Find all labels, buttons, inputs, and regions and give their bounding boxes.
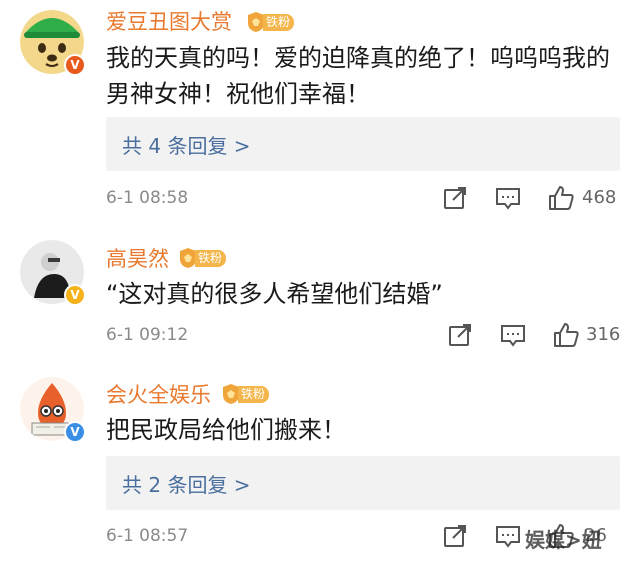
comment-meta: 6-1 08:58 468 bbox=[0, 184, 640, 214]
view-replies-button[interactable]: 共 4 条回复 > bbox=[106, 117, 620, 171]
avatar[interactable]: V bbox=[20, 240, 86, 306]
thumbs-up-icon[interactable] bbox=[552, 321, 580, 349]
fan-badge: 铁粉 bbox=[220, 383, 270, 405]
comment-icon[interactable] bbox=[494, 184, 522, 212]
fan-badge: 铁粉 bbox=[177, 247, 227, 269]
fan-badge: 铁粉 bbox=[245, 11, 295, 33]
view-replies-button[interactable]: 共 2 条回复 > bbox=[106, 456, 620, 510]
share-icon[interactable] bbox=[441, 184, 469, 212]
verified-badge-icon: V bbox=[64, 284, 86, 306]
timestamp: 6-1 08:58 bbox=[106, 188, 189, 208]
avatar[interactable]: V bbox=[20, 377, 86, 443]
timestamp: 6-1 09:12 bbox=[106, 325, 189, 345]
fan-badge-label: 铁粉 bbox=[263, 13, 295, 31]
comment-meta: 6-1 09:12 316 bbox=[0, 321, 640, 351]
comment-text: “这对真的很多人希望他们结婚” bbox=[106, 280, 443, 308]
share-icon[interactable] bbox=[446, 321, 474, 349]
like-count: 468 bbox=[582, 187, 617, 208]
like-count: 316 bbox=[586, 324, 621, 345]
username[interactable]: 会火全娱乐 bbox=[106, 379, 211, 409]
comment-icon[interactable] bbox=[494, 522, 522, 550]
verified-badge-icon: V bbox=[64, 421, 86, 443]
timestamp: 6-1 08:57 bbox=[106, 526, 189, 546]
comment-text: 把民政局给他们搬来！ bbox=[106, 416, 346, 444]
username[interactable]: 高昊然 bbox=[106, 243, 169, 273]
thumbs-up-icon[interactable] bbox=[547, 184, 575, 212]
fan-badge-label: 铁粉 bbox=[195, 249, 227, 267]
fan-badge-label: 铁粉 bbox=[238, 385, 270, 403]
comment-icon[interactable] bbox=[499, 321, 527, 349]
comment-text: 我的天真的吗！爱的迫降真的绝了！呜呜呜我的男神女神！祝他们幸福！ bbox=[106, 44, 610, 108]
avatar[interactable]: V bbox=[20, 10, 86, 76]
username[interactable]: 爱豆丑图大赏 bbox=[106, 6, 232, 36]
watermark: 娱媒>妞 bbox=[525, 528, 602, 552]
verified-badge-icon: V bbox=[64, 54, 86, 76]
share-icon[interactable] bbox=[441, 522, 469, 550]
